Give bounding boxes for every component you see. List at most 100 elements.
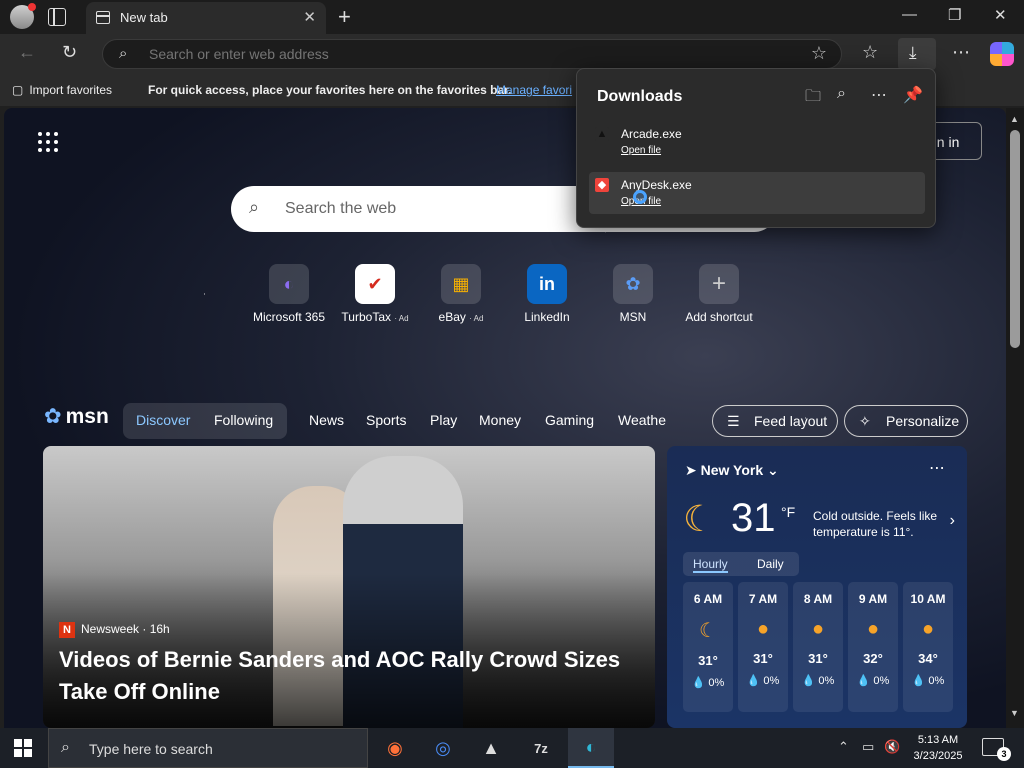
nav-sports[interactable]: Sports: [366, 412, 406, 428]
msn-logo[interactable]: ✿ msn: [44, 404, 109, 429]
tab-actions-icon[interactable]: [48, 8, 66, 26]
nav-play[interactable]: Play: [430, 412, 457, 428]
clock[interactable]: 5:13 AM 3/23/2025: [906, 732, 970, 764]
download-filename: AnyDesk.exe: [621, 178, 692, 192]
more-options-icon[interactable]: ⋯: [929, 458, 945, 478]
personalize-button[interactable]: ✧ Personalize: [844, 405, 968, 437]
firefox-icon[interactable]: ◉: [372, 728, 418, 768]
msn-logo-text: msn: [65, 405, 109, 428]
maximize-button[interactable]: ❐: [948, 6, 961, 24]
profile-avatar[interactable]: [10, 3, 36, 29]
chevron-up-icon[interactable]: ⌃: [838, 739, 849, 755]
apps-grid-icon[interactable]: [38, 132, 58, 152]
hour-column[interactable]: 9 AM ● 32° 💧 0%: [848, 582, 898, 712]
open-file-link[interactable]: Open file: [621, 145, 661, 156]
ad-badge: · Ad: [394, 314, 409, 323]
hourly-forecast: 6 AM ☾ 31° 💧 0% 7 AM ● 31° 💧 0% 8 AM ● 3…: [683, 582, 953, 712]
folder-icon[interactable]: 🗀: [805, 85, 821, 112]
personalize-label: Personalize: [886, 413, 960, 429]
arcade-app-icon[interactable]: ▲: [468, 728, 514, 768]
shortcut-turbotax[interactable]: ✔ TurboTax · Ad: [335, 264, 415, 324]
sparkle-icon: ✧: [859, 413, 871, 429]
nav-news[interactable]: News: [309, 412, 344, 428]
feed-layout-label: Feed layout: [754, 413, 828, 429]
shortcut-ebay[interactable]: ▦ eBay · Ad: [421, 264, 501, 324]
network-icon[interactable]: ▭: [862, 739, 874, 755]
search-icon[interactable]: ⌕: [837, 85, 846, 103]
news-age: · 16h: [142, 622, 170, 636]
download-icon: ⤓: [909, 43, 917, 62]
shortcut-linkedin[interactable]: in LinkedIn: [507, 264, 587, 324]
raindrop-icon: 💧: [746, 675, 761, 687]
hero-headline[interactable]: Videos of Bernie Sanders and AOC Rally C…: [59, 644, 649, 708]
manage-favorites-link[interactable]: Manage favori: [496, 83, 572, 97]
microsoft-365-icon: ◐: [269, 264, 309, 304]
hour-column[interactable]: 7 AM ● 31° 💧 0%: [738, 582, 788, 712]
downloads-button[interactable]: ⤓: [898, 38, 936, 70]
tab-new-tab[interactable]: New tab ✕: [86, 2, 326, 34]
shortcut-microsoft-365[interactable]: ◐ Microsoft 365: [249, 264, 329, 324]
notification-count: 3: [997, 747, 1011, 761]
hero-news-card[interactable]: N Newsweek · 16h Videos of Bernie Sanders…: [43, 446, 655, 728]
favorite-star-icon[interactable]: ☆: [811, 43, 827, 64]
taskbar-search[interactable]: ⌕: [48, 728, 368, 768]
weather-note: Cold outside. Feels like temperature is …: [813, 509, 938, 539]
scroll-down-icon[interactable]: ▼: [1010, 708, 1019, 718]
sliders-icon: ☰: [727, 413, 740, 429]
edge-icon[interactable]: ◐: [568, 728, 614, 768]
weather-location[interactable]: ➤ New York ⌄: [685, 462, 779, 479]
favorites-icon[interactable]: ☆: [862, 42, 878, 63]
tab-title: New tab: [120, 10, 168, 25]
favorites-bar-message: For quick access, place your favorites h…: [148, 83, 512, 97]
new-tab-button[interactable]: +: [338, 4, 351, 30]
import-favorites-button[interactable]: ▢ Import favorites: [12, 83, 112, 97]
nav-gaming[interactable]: Gaming: [545, 412, 594, 428]
minimize-button[interactable]: —: [902, 6, 917, 23]
hour-precip: 0%: [873, 675, 890, 687]
scroll-up-icon[interactable]: ▲: [1010, 114, 1019, 124]
window-close-button[interactable]: ✕: [994, 6, 1007, 24]
page-scrollbar[interactable]: ▲ ▼: [1006, 108, 1024, 728]
copilot-icon[interactable]: [990, 42, 1014, 66]
hour-column[interactable]: 10 AM ● 34° 💧 0%: [903, 582, 953, 712]
chevron-right-icon[interactable]: ›: [950, 512, 955, 530]
nav-weather[interactable]: Weathe: [618, 412, 666, 428]
tab-hourly[interactable]: Hourly: [693, 557, 728, 573]
temperature-unit[interactable]: °F: [781, 504, 795, 520]
more-options-icon[interactable]: ⋯: [871, 85, 887, 105]
hour-precip: 0%: [708, 677, 725, 689]
close-icon[interactable]: ✕: [303, 8, 316, 26]
volume-muted-icon[interactable]: 🔇: [884, 739, 900, 755]
import-icon: ▢: [12, 83, 24, 97]
raindrop-icon: 💧: [801, 675, 816, 687]
7zip-icon[interactable]: 7z: [518, 728, 564, 768]
pin-icon[interactable]: 📌: [903, 85, 923, 105]
hour-column[interactable]: 8 AM ● 31° 💧 0%: [793, 582, 843, 712]
notifications-icon[interactable]: 3: [982, 738, 1011, 761]
feed-layout-button[interactable]: ☰ Feed layout: [712, 405, 838, 437]
scrollbar-thumb[interactable]: [1010, 130, 1020, 348]
refresh-icon[interactable]: ↻: [62, 42, 77, 63]
chrome-icon[interactable]: ◎: [420, 728, 466, 768]
turbotax-icon: ✔: [355, 264, 395, 304]
downloads-title: Downloads: [597, 88, 683, 105]
address-bar[interactable]: ⌕ ☆: [102, 39, 842, 69]
tab-daily[interactable]: Daily: [757, 557, 784, 571]
hour-column[interactable]: 6 AM ☾ 31° 💧 0%: [683, 582, 733, 712]
taskbar-search-input[interactable]: [89, 741, 349, 757]
address-input[interactable]: [149, 46, 789, 62]
new-tab-icon: [96, 11, 110, 24]
forecast-tabs: Hourly Daily: [683, 552, 799, 576]
download-item[interactable]: ▲ Arcade.exe Open file: [589, 121, 925, 163]
shortcut-msn[interactable]: ✿ MSN: [593, 264, 673, 324]
nav-money[interactable]: Money: [479, 412, 521, 428]
tab-following[interactable]: Following: [214, 412, 273, 428]
weather-card[interactable]: ➤ New York ⌄ ⋯ ☾ 31 °F Cold outside. Fee…: [667, 446, 967, 728]
start-button[interactable]: [14, 739, 32, 757]
add-shortcut-button[interactable]: + Add shortcut: [679, 264, 759, 324]
back-icon[interactable]: ←: [18, 42, 36, 63]
shortcuts-row: ◐ Microsoft 365 ✔ TurboTax · Ad ▦ eBay ·…: [249, 264, 769, 334]
search-icon: ⌕: [119, 45, 128, 62]
more-menu-icon[interactable]: ⋯: [952, 42, 970, 63]
tab-discover[interactable]: Discover: [136, 412, 190, 428]
